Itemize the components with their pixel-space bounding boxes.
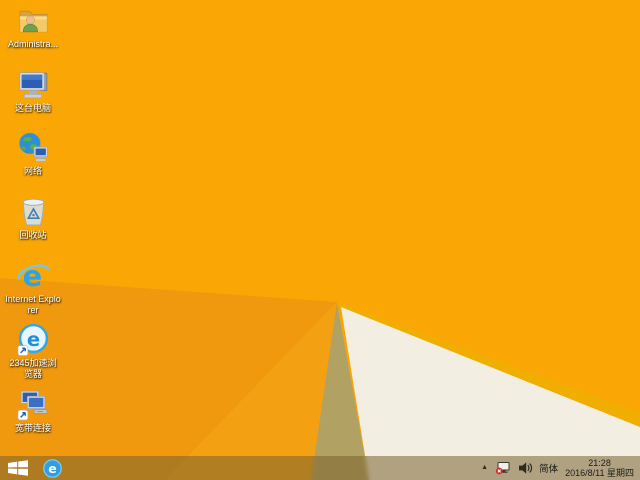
clock-date: 2016/8/11 星期四 bbox=[565, 468, 634, 478]
shortcut-arrow-overlay bbox=[17, 409, 28, 421]
ie-taskbar-icon: e bbox=[42, 458, 62, 478]
icon-label: 这台电脑 bbox=[14, 103, 51, 113]
desktop-icon-internet-explorer[interactable]: e Internet Explorer bbox=[5, 259, 61, 315]
taskbar-internet-explorer-button[interactable]: e bbox=[36, 456, 68, 480]
desktop-icon-this-pc[interactable]: 这台电脑 bbox=[5, 68, 61, 114]
ime-language-indicator[interactable]: 简体 bbox=[539, 461, 558, 475]
ie-icon: e bbox=[17, 259, 50, 292]
desktop-icon-recycle-bin[interactable]: 回收站 bbox=[5, 195, 61, 241]
svg-text:e: e bbox=[22, 259, 42, 292]
icon-label: 网络 bbox=[23, 166, 42, 176]
system-tray: ▲ 简体 21:28 2016/8/11 星期四 bbox=[481, 456, 640, 480]
computer-icon bbox=[18, 72, 47, 99]
desktop-icon-broadband-connection[interactable]: 宽带连接 bbox=[5, 388, 61, 434]
recycle-bin-icon bbox=[22, 198, 44, 226]
clock[interactable]: 21:28 2016/8/11 星期四 bbox=[565, 458, 634, 479]
clock-time: 21:28 bbox=[588, 457, 611, 468]
icon-label: 2345加速浏览器 bbox=[9, 358, 57, 379]
show-hidden-icons-button[interactable]: ▲ bbox=[481, 464, 488, 471]
icon-label: 宽带连接 bbox=[14, 423, 51, 433]
wallpaper bbox=[0, 0, 640, 480]
broadband-connection-icon bbox=[17, 390, 48, 421]
user-folder-icon bbox=[19, 10, 47, 33]
shortcut-arrow-overlay bbox=[17, 345, 28, 356]
start-button[interactable] bbox=[0, 456, 36, 480]
network-globe-icon bbox=[18, 132, 48, 162]
svg-text:e: e bbox=[26, 328, 39, 351]
network-disconnected-icon[interactable] bbox=[495, 461, 511, 475]
desktop-icon-2345-browser[interactable]: e 2345加速浏览器 bbox=[5, 323, 61, 379]
taskbar: e ▲ 简体 21:28 2016/8/11 星期四 bbox=[0, 456, 640, 480]
desktop-icon-administrator-folder[interactable]: Administra... bbox=[5, 4, 61, 50]
windows-logo-icon bbox=[8, 460, 28, 476]
volume-icon[interactable] bbox=[518, 461, 533, 475]
icon-label: Administra... bbox=[7, 39, 58, 49]
desktop: Administra... 这台电脑 网络 回收站 e Internet Exp… bbox=[0, 0, 640, 480]
icon-label: Internet Explorer bbox=[5, 294, 61, 315]
desktop-icon-network[interactable]: 网络 bbox=[5, 131, 61, 177]
svg-text:e: e bbox=[48, 460, 56, 475]
icon-label: 回收站 bbox=[19, 230, 47, 240]
2345-browser-icon: e bbox=[17, 323, 48, 356]
